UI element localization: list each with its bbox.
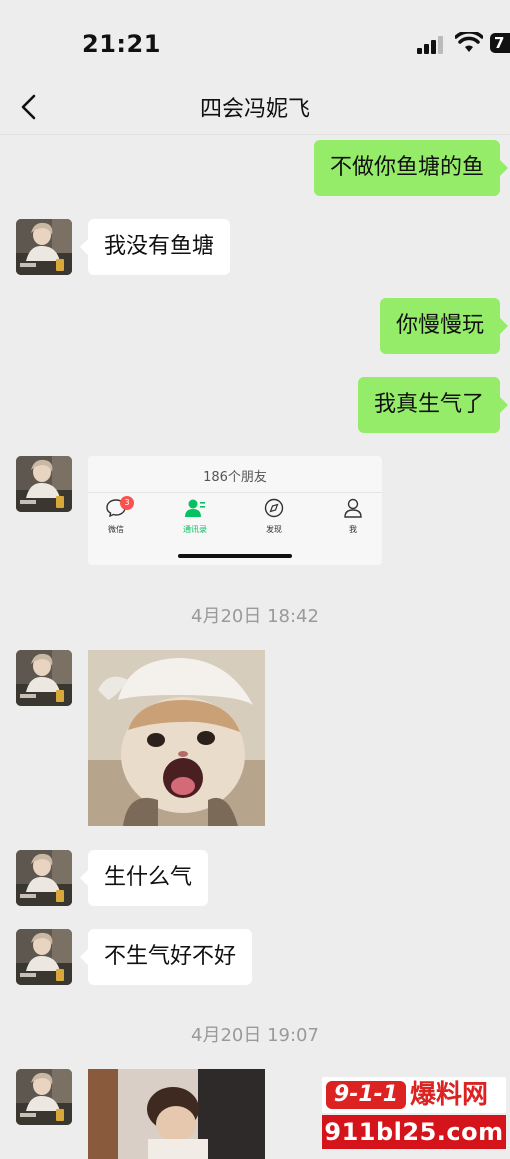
contact-avatar[interactable] xyxy=(16,929,72,985)
contact-avatar[interactable] xyxy=(16,1069,72,1125)
message-bubble-sent[interactable]: 我真生气了 xyxy=(357,377,509,433)
signal-icon xyxy=(417,36,447,54)
message-timestamp: 4月20日 19:07 xyxy=(191,1025,319,1046)
photo-image-message[interactable] xyxy=(88,1069,265,1159)
message-row-sent: 我真生气了 xyxy=(0,377,510,433)
tab-discover: 发现 xyxy=(246,498,302,535)
message-bubble-received[interactable]: 我没有鱼塘 xyxy=(79,219,231,275)
tab-label: 通讯录 xyxy=(183,525,207,534)
contacts-icon xyxy=(185,499,205,517)
message-row-sent: 不做你鱼塘的鱼 xyxy=(0,140,510,196)
unread-badge: 3 xyxy=(120,496,134,510)
message-bubble-sent[interactable]: 不做你鱼塘的鱼 xyxy=(313,140,509,196)
chat-header: 四会冯妮飞 xyxy=(0,80,510,135)
tab-label: 微信 xyxy=(108,525,124,534)
contact-avatar[interactable] xyxy=(16,456,72,512)
message-row-received: 我没有鱼塘 xyxy=(0,219,510,275)
message-row-sent: 你慢慢玩 xyxy=(0,298,510,354)
tab-label: 发现 xyxy=(266,525,282,534)
message-timestamp: 4月20日 18:42 xyxy=(191,606,319,627)
watermark-badge: 9-1-1 xyxy=(326,1081,406,1109)
tab-label: 我 xyxy=(349,525,357,534)
home-indicator xyxy=(178,554,292,558)
tab-me: 我 xyxy=(325,498,381,535)
wifi-icon xyxy=(455,32,483,52)
message-row-received: 不生气好不好 xyxy=(0,929,510,985)
status-bar: 21:21 7 xyxy=(0,0,510,80)
site-watermark: 9-1-1 爆料网 911bl25.com xyxy=(322,1077,506,1151)
cat-meme-image[interactable] xyxy=(88,650,265,826)
tab-contacts: 通讯录 xyxy=(167,498,223,535)
status-time: 21:21 xyxy=(82,30,161,58)
message-row-received: 生什么气 xyxy=(0,850,510,906)
watermark-domain: 911bl25.com xyxy=(322,1115,506,1149)
contact-avatar[interactable] xyxy=(16,850,72,906)
tab-wechat: 3 微信 xyxy=(88,496,144,535)
divider xyxy=(88,492,382,493)
watermark-top: 9-1-1 爆料网 xyxy=(322,1077,506,1113)
contact-avatar[interactable] xyxy=(16,219,72,275)
watermark-brand: 爆料网 xyxy=(410,1080,489,1110)
chat-title: 四会冯妮飞 xyxy=(199,97,310,122)
contact-avatar[interactable] xyxy=(16,650,72,706)
message-bubble-received[interactable]: 不生气好不好 xyxy=(79,929,253,985)
message-bubble-received[interactable]: 生什么气 xyxy=(79,850,209,906)
battery-indicator: 7 xyxy=(490,33,510,53)
compass-icon xyxy=(264,498,284,518)
person-icon xyxy=(344,498,362,518)
message-bubble-sent[interactable]: 你慢慢玩 xyxy=(379,298,509,354)
friend-count-text: 186个朋友 xyxy=(203,470,267,485)
screenshot-image-message[interactable]: 186个朋友 3 微信 通讯录 发现 我 xyxy=(88,456,382,565)
